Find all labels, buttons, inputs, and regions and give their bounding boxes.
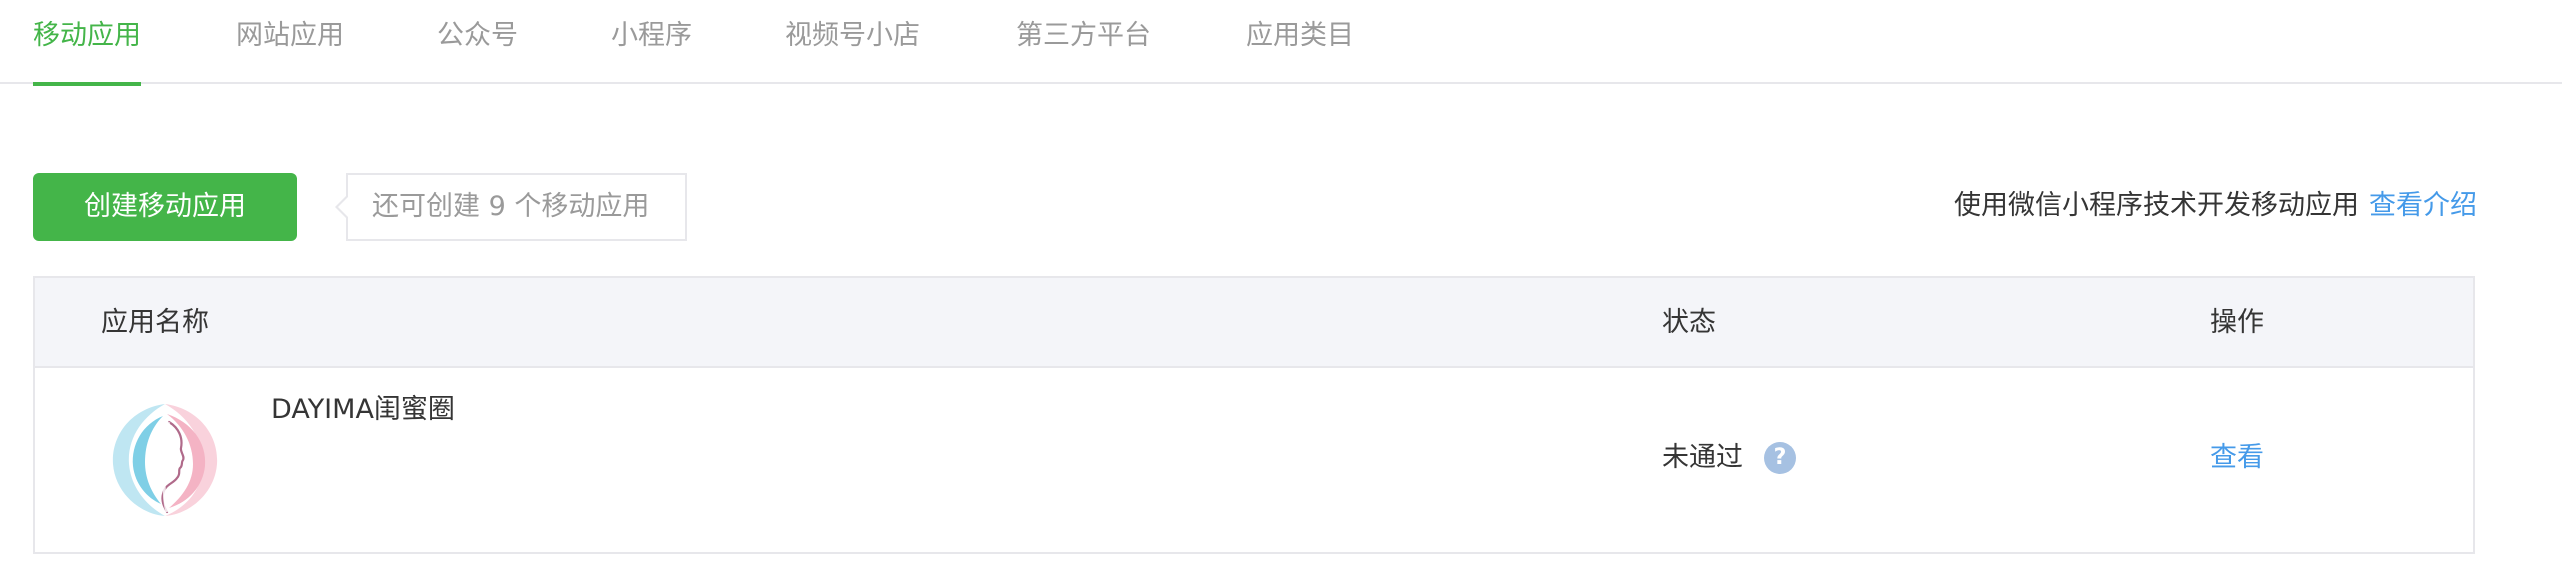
status-text: 未通过 — [1662, 442, 1743, 473]
tab-mini-programs[interactable]: 小程序 — [611, 0, 692, 84]
quota-tip: 还可创建 9 个移动应用 — [335, 173, 687, 241]
create-mobile-app-button[interactable]: 创建移动应用 — [33, 173, 297, 241]
promo-banner: 使用微信小程序技术开发移动应用 查看介绍 — [1954, 186, 2477, 226]
app-name: DAYIMA闺蜜圈 — [271, 394, 455, 425]
question-icon[interactable]: ? — [1764, 442, 1796, 474]
tab-mobile-apps[interactable]: 移动应用 — [33, 0, 141, 86]
view-app-link[interactable]: 查看 — [2210, 438, 2264, 478]
app-logo-icon — [103, 398, 227, 522]
promo-text: 使用微信小程序技术开发移动应用 — [1954, 190, 2359, 221]
tab-web-apps[interactable]: 网站应用 — [236, 0, 344, 84]
table-row: DAYIMA闺蜜圈 未通过 ? 查看 — [35, 368, 2473, 554]
column-header-action: 操作 — [2210, 307, 2264, 338]
tab-channels-store[interactable]: 视频号小店 — [785, 0, 920, 84]
tab-app-categories[interactable]: 应用类目 — [1246, 0, 1354, 84]
app-table: 应用名称 状态 操作 DAYIMA闺蜜圈 未通过 ? 查看 — [33, 276, 2475, 554]
tab-third-party-platform[interactable]: 第三方平台 — [1016, 0, 1151, 84]
table-header: 应用名称 状态 操作 — [35, 278, 2473, 368]
tab-official-accounts[interactable]: 公众号 — [437, 0, 518, 84]
tab-bar: 移动应用 网站应用 公众号 小程序 视频号小店 第三方平台 应用类目 — [0, 0, 2562, 86]
column-header-status: 状态 — [1662, 307, 1716, 338]
view-intro-link[interactable]: 查看介绍 — [2369, 190, 2477, 221]
column-header-name: 应用名称 — [101, 307, 209, 338]
